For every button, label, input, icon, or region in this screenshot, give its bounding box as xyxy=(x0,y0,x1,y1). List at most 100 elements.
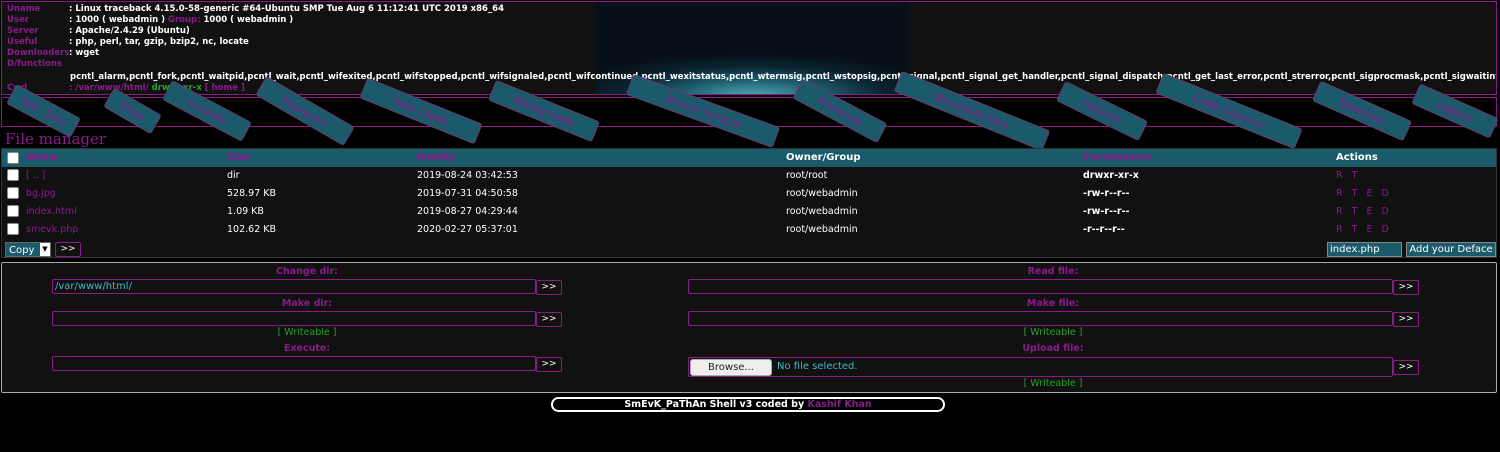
make-file-input[interactable] xyxy=(688,311,1393,326)
footer-credit: SmEvK_PaThAn Shell v3 coded by Kashif Kh… xyxy=(551,397,945,412)
make-dir-input[interactable] xyxy=(52,311,536,326)
make-file-label: Make file: xyxy=(1026,298,1080,309)
bulk-action-go-button[interactable]: >> xyxy=(55,242,81,257)
table-header: Name Size Modify Owner/Group Permissions… xyxy=(2,149,1496,167)
browse-button[interactable]: Browse... xyxy=(690,359,772,376)
server-value: : Apache/2.4.29 (Ubuntu) xyxy=(69,26,190,36)
cwd-row: Cwd: /var/www/html/ drwxr-xr-x [ home ] xyxy=(7,83,245,94)
server-row: Server : Apache/2.4.29 (Ubuntu) xyxy=(7,26,190,37)
useful-row: Useful : php, perl, tar, gzip, bzip2, nc,… xyxy=(7,37,249,48)
file-modify: 2019-07-31 04:50:58 xyxy=(417,188,518,199)
row-checkbox[interactable] xyxy=(7,205,19,217)
file-actions[interactable]: R T E D xyxy=(1336,224,1392,235)
execute-go-button[interactable]: >> xyxy=(536,357,562,372)
file-perms[interactable]: -rw-r--r-- xyxy=(1083,206,1130,217)
make-file-writeable-status: [ Writeable ] xyxy=(1023,327,1083,338)
make-dir-writeable-status: [ Writeable ] xyxy=(277,327,337,338)
execute-input[interactable] xyxy=(52,356,536,371)
downloaders-row: Downloaders: wget xyxy=(7,48,99,59)
file-modify: 2020-02-27 05:37:01 xyxy=(417,224,518,235)
read-file-label: Read file: xyxy=(1027,266,1079,277)
col-owner: Owner/Group xyxy=(786,152,861,163)
user-label: User xyxy=(7,15,29,25)
execute-label: Execute: xyxy=(283,343,331,354)
file-modify: 2019-08-27 04:29:44 xyxy=(417,206,518,217)
group-value: 1000 ( webadmin ) xyxy=(203,15,294,25)
file-size: 528.97 KB xyxy=(227,188,277,199)
tools-panel: Change dir: /var/www/html/ >> Make dir: … xyxy=(1,262,1497,393)
col-permissions[interactable]: Permissions xyxy=(1083,152,1151,163)
file-table: Name Size Modify Owner/Group Permissions… xyxy=(1,148,1497,258)
file-owner: root/webadmin xyxy=(786,224,858,235)
file-actions[interactable]: R T E D xyxy=(1336,188,1392,199)
change-dir-label: Change dir: xyxy=(275,266,338,277)
make-file-go-button[interactable]: >> xyxy=(1393,312,1419,327)
select-all-checkbox[interactable] xyxy=(7,152,19,164)
row-checkbox[interactable] xyxy=(7,223,19,235)
file-manager-title: File manager xyxy=(5,130,107,148)
file-size: dir xyxy=(227,170,240,181)
uname-row: Uname : Linux traceback 4.15.0-58-generic… xyxy=(7,4,504,15)
make-dir-go-button[interactable]: >> xyxy=(536,312,562,327)
deface-filename-input[interactable]: index.php xyxy=(1327,242,1402,257)
upload-go-button[interactable]: >> xyxy=(1393,360,1419,375)
file-actions[interactable]: R T xyxy=(1336,170,1360,181)
footer-text: SmEvK_PaThAn Shell v3 coded by xyxy=(624,399,805,410)
file-size: 102.62 KB xyxy=(227,224,277,235)
col-actions: Actions xyxy=(1336,152,1378,163)
bulk-action-value: Copy xyxy=(9,245,35,256)
user-row: User : 1000 ( webadmin ) Group: 1000 ( we… xyxy=(7,15,293,26)
downloaders-label: Downloaders xyxy=(7,48,70,58)
col-name[interactable]: Name xyxy=(26,152,58,163)
downloaders-value: : wget xyxy=(69,48,100,58)
file-modify: 2019-08-24 03:42:53 xyxy=(417,170,518,181)
uname-label: Uname xyxy=(7,4,41,14)
row-checkbox[interactable] xyxy=(7,169,19,181)
table-row: [ .. ] dir 2019-08-24 03:42:53 root/root… xyxy=(2,167,1496,185)
upload-file-field[interactable]: Browse... No file selected. xyxy=(688,357,1393,377)
col-size[interactable]: Size xyxy=(227,152,250,163)
read-file-input[interactable] xyxy=(688,279,1393,294)
useful-label: Useful xyxy=(7,37,38,47)
file-perms[interactable]: drwxr-xr-x xyxy=(1083,170,1139,181)
file-owner: root/webadmin xyxy=(786,188,858,199)
file-name-link[interactable]: index.html xyxy=(26,206,77,217)
author-link[interactable]: Kashif Khan xyxy=(807,399,871,410)
file-owner: root/webadmin xyxy=(786,206,858,217)
table-row: bg.jpg 528.97 KB 2019-07-31 04:50:58 roo… xyxy=(2,185,1496,203)
file-actions[interactable]: R T E D xyxy=(1336,206,1392,217)
home-link[interactable]: [ home ] xyxy=(205,83,245,93)
chevron-down-icon: ▼ xyxy=(40,243,50,256)
dfunctions-label: D/functions xyxy=(7,59,62,69)
read-file-go-button[interactable]: >> xyxy=(1393,280,1419,295)
file-name-link[interactable]: [ .. ] xyxy=(26,170,46,181)
cwd-path-link[interactable]: : /var/www/html/ xyxy=(69,83,149,93)
server-label: Server xyxy=(7,26,39,36)
col-modify[interactable]: Modify xyxy=(417,152,455,163)
group-label: Group: xyxy=(167,15,201,25)
useful-value: : php, perl, tar, gzip, bzip2, nc, locat… xyxy=(69,37,249,47)
table-row: index.html 1.09 KB 2019-08-27 04:29:44 r… xyxy=(2,203,1496,221)
no-file-text: No file selected. xyxy=(777,361,858,372)
main-menu: Sec. Info Files Console Bypasser Safe Mode St… xyxy=(1,70,1499,152)
add-deface-button[interactable]: Add your Deface xyxy=(1406,242,1496,257)
user-value: : 1000 ( webadmin ) xyxy=(69,15,166,25)
dfunctions-value: pcntl_alarm,pcntl_fork,pcntl_waitpid,pcn… xyxy=(70,72,1497,82)
bulk-action-select[interactable]: Copy ▼ xyxy=(5,242,51,257)
system-info-panel: Uname : Linux traceback 4.15.0-58-generic… xyxy=(1,1,1497,95)
change-dir-go-button[interactable]: >> xyxy=(536,280,562,295)
file-owner: root/root xyxy=(786,170,828,181)
table-row: smevk.php 102.62 KB 2020-02-27 05:37:01 … xyxy=(2,221,1496,239)
file-name-link[interactable]: smevk.php xyxy=(26,224,78,235)
file-perms[interactable]: -rw-r--r-- xyxy=(1083,188,1130,199)
file-size: 1.09 KB xyxy=(227,206,264,217)
upload-file-label: Upload file: xyxy=(1022,343,1084,354)
dfunctions-row: D/functions xyxy=(7,59,69,70)
file-perms[interactable]: -r--r--r-- xyxy=(1083,224,1125,235)
uname-value: : Linux traceback 4.15.0-58-generic #64-… xyxy=(69,4,505,14)
bulk-action-bar: Copy ▼ >> index.php Add your Deface xyxy=(2,241,1496,259)
file-name-link[interactable]: bg.jpg xyxy=(26,188,56,199)
make-dir-label: Make dir: xyxy=(281,298,333,309)
change-dir-input[interactable]: /var/www/html/ xyxy=(52,279,536,294)
row-checkbox[interactable] xyxy=(7,187,19,199)
